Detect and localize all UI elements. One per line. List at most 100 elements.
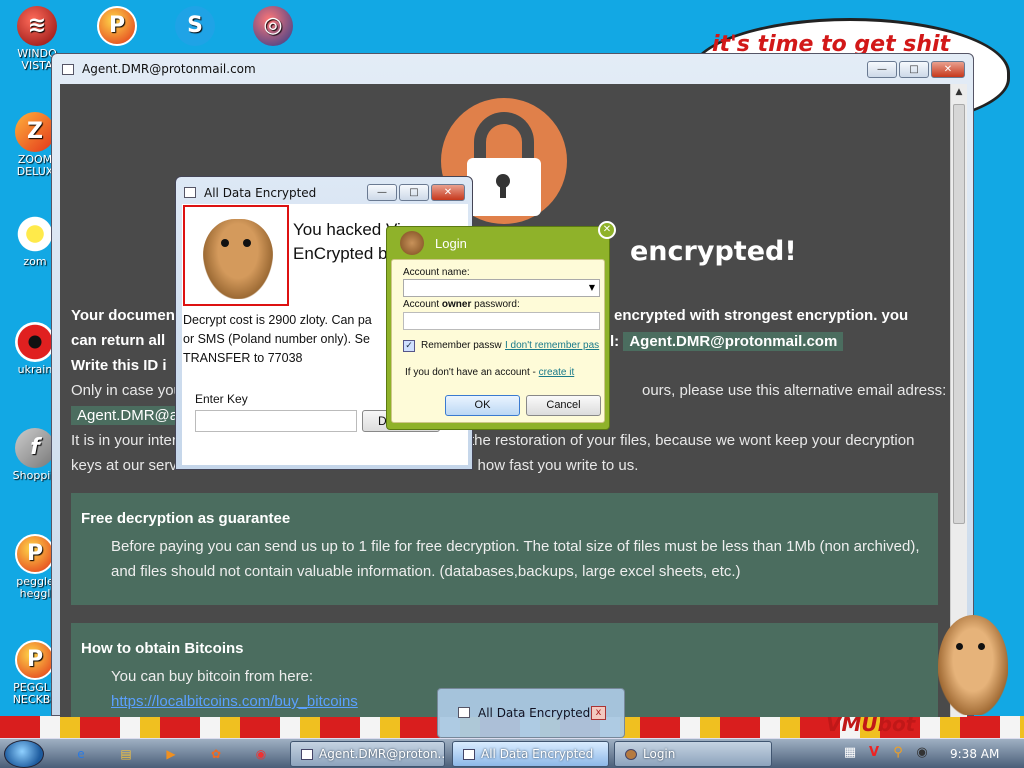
window-app-icon bbox=[62, 64, 74, 75]
task-label: Agent.DMR@proton... bbox=[319, 747, 445, 761]
guarantee-heading: Free decryption as guarantee bbox=[81, 510, 291, 527]
guarantee-text-1: Before paying you can send us up to 1 fi… bbox=[111, 538, 920, 555]
hamster-avatar-icon bbox=[400, 231, 424, 255]
guarantee-text-2: and files should not contain valuable in… bbox=[111, 563, 741, 580]
flash-icon: f bbox=[15, 428, 55, 468]
headline-line-1: You hacked bbox=[293, 220, 382, 239]
bitcoin-heading: How to obtain Bitcoins bbox=[81, 640, 244, 657]
maximize-button[interactable]: □ bbox=[399, 184, 429, 201]
cancel-button[interactable]: Cancel bbox=[526, 395, 601, 416]
internet-explorer-icon[interactable]: e bbox=[70, 744, 92, 764]
enter-key-label: Enter Key bbox=[195, 392, 248, 406]
bitcoin-link[interactable]: https://localbitcoins.com/buy_bitcoins bbox=[111, 689, 358, 714]
dialog-headline: You hacked Vi EnCrypted b bbox=[293, 218, 401, 266]
window-app-icon bbox=[463, 749, 475, 760]
taskbar: e ▤ ▶ ✿ ◉ Agent.DMR@proton... All Data E… bbox=[0, 738, 1024, 768]
key-input[interactable] bbox=[195, 410, 357, 432]
ransom-line-6-end: the restoration of your files, because w… bbox=[470, 432, 915, 449]
desktop-icon-peggle[interactable]: P bbox=[82, 6, 152, 48]
password-label-pre: Account bbox=[403, 299, 442, 310]
page-headline: encrypted! bbox=[630, 236, 797, 267]
preview-close-button[interactable]: x bbox=[591, 706, 606, 720]
account-name-select[interactable]: ▼ bbox=[403, 279, 600, 297]
peggle-icon: P bbox=[15, 534, 55, 574]
login-title: Login bbox=[435, 236, 467, 251]
dialog-title: All Data Encrypted bbox=[204, 186, 317, 200]
flower-icon bbox=[15, 214, 55, 254]
window-app-icon bbox=[458, 707, 470, 718]
ransom-line-2-end: l: Agent.DMR@protonmail.com bbox=[610, 332, 844, 351]
window-app-icon bbox=[301, 749, 313, 760]
radiation-icon bbox=[15, 322, 55, 362]
ransom-line-3: Write this ID i bbox=[71, 357, 167, 374]
taskbar-task-all-data-encrypted[interactable]: All Data Encrypted bbox=[452, 741, 609, 767]
email-label: l: bbox=[610, 333, 620, 350]
preview-label: All Data Encrypted bbox=[478, 706, 591, 720]
media-player-icon[interactable]: ▶ bbox=[160, 744, 182, 764]
taskbar-preview[interactable]: All Data Encrypted x bbox=[437, 688, 625, 738]
ransom-line-4-end: ours, please use this alternative email … bbox=[642, 382, 947, 399]
tray-app-icon[interactable]: ▦ bbox=[842, 745, 858, 761]
peggle-icon: P bbox=[97, 6, 137, 46]
contact-email[interactable]: Agent.DMR@protonmail.com bbox=[623, 332, 844, 351]
windows-vista-icon: ≋ bbox=[17, 6, 57, 46]
minimize-button[interactable]: — bbox=[867, 61, 897, 78]
forgot-password-link[interactable]: I don't remember pas bbox=[505, 340, 602, 351]
browser-globe-icon: ◎ bbox=[253, 6, 293, 46]
search-icon[interactable]: ⚲ bbox=[890, 745, 906, 761]
ransom-line-1-start: Your documen bbox=[71, 307, 175, 324]
password-label-bold: owner bbox=[441, 299, 472, 310]
no-account-label: If you don't have an account - bbox=[405, 367, 539, 378]
no-account-text: If you don't have an account - create it bbox=[405, 367, 574, 378]
password-field[interactable] bbox=[403, 312, 600, 330]
hamster-icon bbox=[203, 219, 273, 299]
main-window-titlebar[interactable]: Agent.DMR@protonmail.com — □ ✕ bbox=[52, 54, 973, 84]
clock[interactable]: 9:38 AM bbox=[950, 747, 999, 761]
chevron-down-icon: ▼ bbox=[588, 283, 595, 292]
account-name-label: Account name: bbox=[403, 267, 470, 278]
ransom-line-6-start: It is in your inter bbox=[71, 432, 177, 449]
close-button[interactable]: ✕ bbox=[931, 61, 965, 78]
ransom-line-1-end: encrypted with strongest encryption. you bbox=[614, 307, 909, 324]
login-form: Account name: ▼ Account owner password: … bbox=[391, 259, 605, 423]
login-dialog: Login ✕ Account name: ▼ Account owner pa… bbox=[386, 221, 616, 430]
desktop-icon-skype[interactable]: S bbox=[160, 6, 230, 48]
start-button[interactable] bbox=[4, 740, 44, 768]
ok-button[interactable]: OK bbox=[445, 395, 520, 416]
folder-icon[interactable]: ▤ bbox=[115, 744, 137, 764]
task-label: Login bbox=[643, 747, 676, 761]
hamster-avatar-icon bbox=[625, 749, 637, 760]
skype-icon: S bbox=[175, 6, 215, 46]
webcam-icon[interactable]: ◉ bbox=[914, 745, 930, 761]
main-window-title: Agent.DMR@protonmail.com bbox=[82, 62, 256, 76]
guarantee-box: Free decryption as guarantee Before payi… bbox=[71, 493, 938, 605]
remember-label: Remember passw bbox=[421, 340, 502, 351]
close-button[interactable]: ✕ bbox=[431, 184, 465, 201]
login-titlebar[interactable]: Login bbox=[387, 227, 609, 259]
close-icon[interactable]: ✕ bbox=[598, 221, 616, 239]
alternative-email[interactable]: Agent.DMR@ac bbox=[71, 406, 192, 425]
ransom-line-5: Agent.DMR@ac bbox=[71, 406, 192, 425]
bitcoin-text: You can buy bitcoin from here: bbox=[111, 668, 314, 685]
ransom-line-4-start: Only in case you bbox=[71, 382, 182, 399]
ransom-line-7-start: keys at our serv bbox=[71, 457, 177, 474]
password-label: Account owner password: bbox=[403, 299, 520, 310]
ransom-line-7-end: n how fast you write to us. bbox=[465, 457, 639, 474]
scrollbar-thumb[interactable] bbox=[953, 104, 965, 524]
maximize-button[interactable]: □ bbox=[899, 61, 929, 78]
password-label-post: password: bbox=[471, 299, 520, 310]
dialog-titlebar[interactable]: All Data Encrypted — □ ✕ bbox=[176, 177, 472, 207]
hamster-mascot-icon bbox=[938, 615, 1008, 715]
desktop-icon-browser[interactable]: ◎ bbox=[238, 6, 308, 48]
minimize-button[interactable]: — bbox=[367, 184, 397, 201]
app-icon[interactable]: ✿ bbox=[205, 744, 227, 764]
ransom-line-2-start: can return all bbox=[71, 332, 166, 349]
antivirus-icon[interactable]: V bbox=[866, 745, 882, 761]
scroll-up-icon[interactable]: ▲ bbox=[953, 87, 965, 99]
remember-checkbox[interactable]: ✓ bbox=[403, 340, 415, 352]
taskbar-task-login[interactable]: Login bbox=[614, 741, 772, 767]
taskbar-task-agent[interactable]: Agent.DMR@proton... bbox=[290, 741, 445, 767]
window-app-icon bbox=[184, 187, 196, 198]
create-account-link[interactable]: create it bbox=[539, 367, 575, 378]
chrome-icon[interactable]: ◉ bbox=[250, 744, 272, 764]
